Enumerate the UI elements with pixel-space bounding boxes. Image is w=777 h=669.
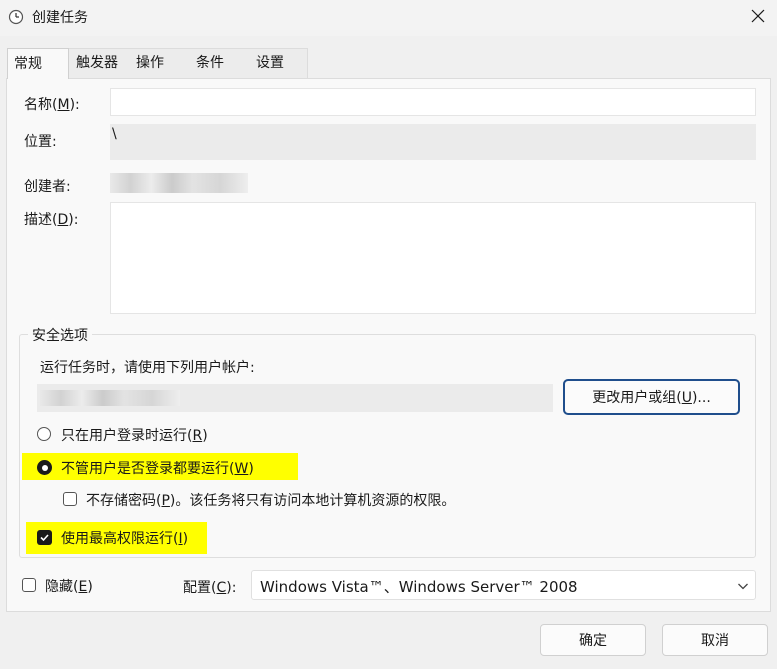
check-icon bbox=[40, 534, 49, 542]
tab-conditions[interactable]: 条件 bbox=[190, 48, 230, 78]
logged-on-or-not-radio[interactable] bbox=[37, 460, 52, 475]
configure-dropdown[interactable]: Windows Vista™、Windows Server™ 2008 bbox=[251, 570, 756, 600]
highest-privileges-label: 使用最高权限运行(I) bbox=[61, 531, 189, 547]
close-button[interactable] bbox=[740, 2, 776, 30]
location-field bbox=[110, 124, 756, 160]
tab-general[interactable]: 常规 bbox=[7, 48, 69, 79]
run-as-prompt: 运行任务时，请使用下列用户帐户: bbox=[40, 360, 255, 376]
hidden-label: 隐藏(E) bbox=[45, 579, 93, 595]
no-store-password-label: 不存储密码(P)。该任务将只有访问本地计算机资源的权限。 bbox=[86, 493, 456, 509]
chevron-down-icon bbox=[738, 583, 748, 590]
description-label: 描述(D): bbox=[24, 212, 79, 228]
logged-on-only-radio[interactable] bbox=[37, 427, 51, 441]
tab-triggers[interactable]: 触发器 bbox=[70, 48, 124, 78]
configure-label: 配置(C): bbox=[183, 580, 237, 596]
author-value-redacted bbox=[110, 173, 248, 193]
ok-button[interactable]: 确定 bbox=[540, 624, 646, 656]
clock-icon bbox=[8, 9, 24, 25]
highest-privileges-checkbox[interactable] bbox=[37, 530, 52, 545]
name-label: 名称(M): bbox=[24, 97, 80, 113]
title-bar bbox=[0, 0, 777, 36]
cancel-button[interactable]: 取消 bbox=[662, 624, 768, 656]
location-label: 位置: bbox=[24, 134, 57, 150]
tab-settings[interactable]: 设置 bbox=[250, 48, 290, 78]
description-field[interactable] bbox=[110, 202, 756, 314]
hidden-checkbox[interactable] bbox=[22, 578, 36, 592]
configure-value: Windows Vista™、Windows Server™ 2008 bbox=[260, 578, 578, 596]
logged-on-only-label: 只在用户登录时运行(R) bbox=[61, 428, 208, 444]
run-as-user-redacted bbox=[40, 390, 180, 406]
change-user-button[interactable]: 更改用户或组(U)... bbox=[563, 379, 740, 415]
logged-on-or-not-label: 不管用户是否登录都要运行(W) bbox=[61, 461, 254, 477]
location-value: \ bbox=[112, 126, 117, 142]
security-group-title: 安全选项 bbox=[28, 325, 92, 345]
author-label: 创建者: bbox=[24, 179, 71, 195]
name-field[interactable] bbox=[110, 88, 756, 116]
no-store-password-checkbox[interactable] bbox=[63, 492, 77, 506]
tab-actions[interactable]: 操作 bbox=[130, 48, 170, 78]
window-title: 创建任务 bbox=[32, 10, 88, 26]
close-icon bbox=[751, 9, 765, 23]
